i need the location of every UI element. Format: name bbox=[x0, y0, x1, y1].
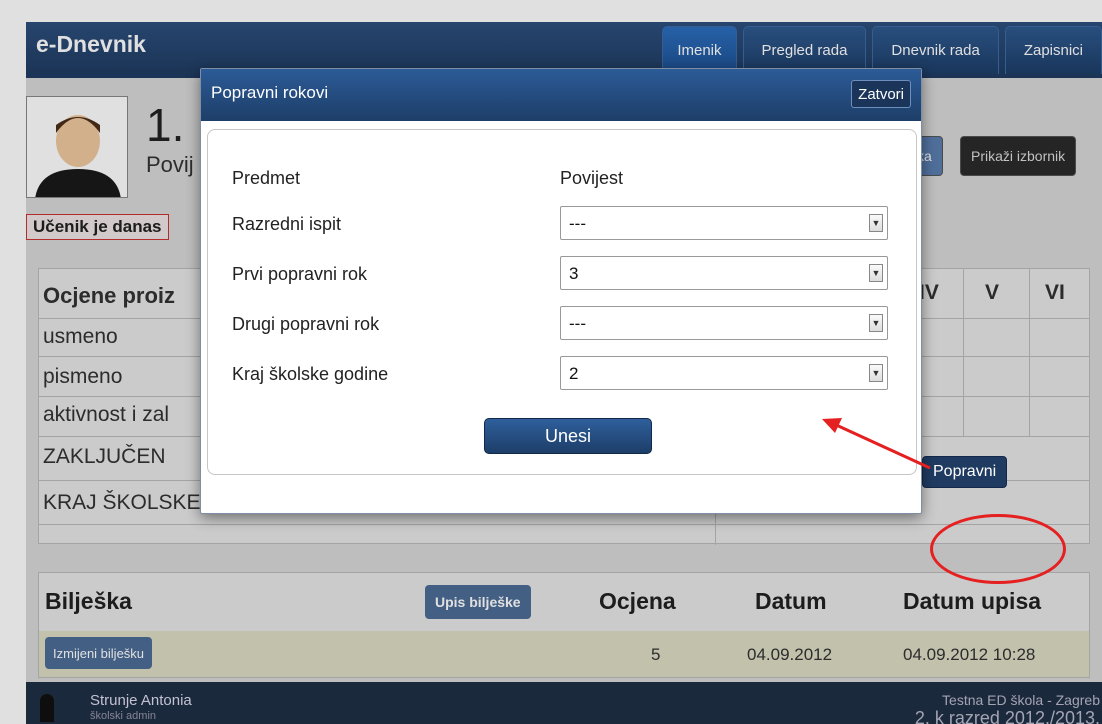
annotation-arrow-icon bbox=[822, 418, 931, 470]
